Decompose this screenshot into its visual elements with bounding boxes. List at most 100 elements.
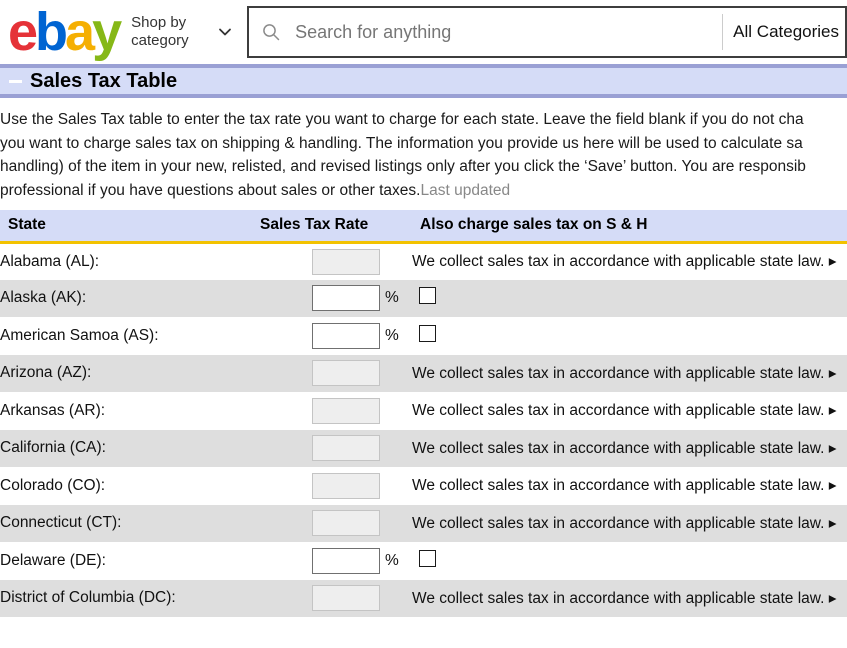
tax-rate-input: [312, 435, 380, 462]
table-row: Connecticut (CT): We collect sales tax in…: [0, 504, 847, 543]
state-name-cell: Alabama (AL):: [0, 252, 100, 270]
tax-rate-input[interactable]: [312, 285, 380, 312]
tax-rate-cell: [260, 505, 412, 543]
page-title: Sales Tax Table: [30, 69, 178, 92]
search-bar[interactable]: All Categories: [247, 6, 847, 58]
table-row: District of Columbia (DC): We collect sal…: [0, 579, 847, 618]
tax-rate-cell: [260, 430, 412, 468]
table-row: Arkansas (AR): We collect sales tax in ac…: [0, 392, 847, 430]
tax-rate-cell: %: [260, 280, 412, 318]
shop-by-category-label: Shop by category: [131, 14, 189, 49]
chevron-down-icon: [217, 24, 233, 40]
tax-rate-cell: [260, 467, 412, 505]
charge-tax-on-sh-checkbox[interactable]: [419, 287, 436, 305]
column-header-rate: Sales Tax Rate: [260, 210, 412, 244]
tax-rate-input[interactable]: [312, 322, 380, 349]
ebay-logo[interactable]: ebay: [8, 2, 122, 62]
shipping-handling-cell: We collect sales tax in accordance with …: [412, 505, 847, 543]
state-name-cell: Arizona (AZ):: [0, 364, 92, 382]
table-row: Alaska (AK):%: [0, 279, 847, 318]
charge-tax-on-sh-checkbox[interactable]: [419, 324, 436, 342]
state-collection-note: We collect sales tax in accordance with …: [412, 253, 825, 270]
shipping-handling-cell: We collect sales tax in accordance with …: [412, 392, 847, 430]
column-header-state: State: [0, 210, 260, 244]
state-collection-note: We collect sales tax in accordance with …: [412, 402, 825, 420]
table-body: Alabama (AL): We collect sales tax in acc…: [0, 242, 847, 617]
intro-line-1: Use the Sales Tax table to enter the tax…: [0, 111, 804, 128]
logo-letter-a: a: [65, 2, 95, 62]
state-collection-note: We collect sales tax in accordance with …: [412, 514, 825, 532]
tax-rate-input: [312, 248, 380, 275]
tax-rate-input: [312, 472, 380, 499]
tax-rate-cell: [260, 242, 412, 280]
state-collection-note: We collect sales tax in accordance with …: [412, 439, 825, 457]
table-row: Delaware (DE):%: [0, 542, 847, 580]
percent-symbol: %: [385, 326, 399, 344]
tax-rate-input: [312, 510, 380, 537]
search-icon: [249, 22, 293, 42]
table-row: California (CA): We collect sales tax in …: [0, 429, 847, 468]
ebay-global-header: ebay Shop by category All Categories: [0, 0, 847, 64]
shipping-handling-cell: We collect sales tax in accordance with …: [412, 430, 847, 468]
shipping-handling-cell: We collect sales tax in accordance with …: [412, 355, 847, 393]
state-name-cell: Colorado (CO):: [0, 476, 106, 494]
tax-rate-input: [312, 397, 380, 424]
last-updated-label: Last updated: [420, 181, 511, 199]
table-row: Colorado (CO): We collect sales tax in ac…: [0, 467, 847, 505]
column-header-sh: Also charge sales tax on S & H: [412, 210, 847, 244]
learn-more-link[interactable]: ▸: [824, 440, 837, 457]
tax-rate-cell: %: [260, 542, 412, 580]
shipping-handling-cell: We collect sales tax in accordance with …: [412, 242, 847, 280]
sales-tax-section-header: Sales Tax Table: [0, 64, 847, 98]
state-name-cell: American Samoa (AS):: [0, 326, 159, 344]
shipping-handling-cell: [412, 542, 847, 580]
percent-symbol: %: [385, 289, 399, 307]
tax-rate-input: [312, 360, 380, 387]
tax-rate-cell: [260, 392, 412, 430]
intro-line-4-text: professional if you have questions about…: [0, 181, 421, 199]
state-collection-note: We collect sales tax in accordance with …: [412, 364, 825, 382]
table-row: Alabama (AL): We collect sales tax in acc…: [0, 242, 847, 280]
tax-rate-cell: [260, 355, 412, 393]
intro-line-3: handling) of the item in your new, relis…: [0, 158, 806, 175]
shop-by-category-button[interactable]: Shop by category: [131, 14, 233, 50]
state-name-cell: District of Columbia (DC):: [0, 589, 176, 607]
learn-more-link[interactable]: ▸: [824, 402, 837, 419]
intro-line-2: you want to charge sales tax on shipping…: [0, 134, 803, 152]
shipping-handling-cell: We collect sales tax in accordance with …: [412, 467, 847, 505]
tax-rate-input[interactable]: [312, 547, 380, 574]
state-name-cell: Delaware (DE):: [0, 551, 106, 569]
tax-rate-cell: %: [260, 317, 412, 355]
state-collection-note: We collect sales tax in accordance with …: [412, 477, 825, 495]
shipping-handling-cell: We collect sales tax in accordance with …: [412, 580, 847, 618]
collapse-minus-icon[interactable]: [6, 72, 24, 90]
logo-letter-b: b: [35, 2, 68, 62]
shipping-handling-cell: [412, 317, 847, 355]
table-row: American Samoa (AS):%: [0, 317, 847, 355]
shipping-handling-cell: [412, 280, 847, 318]
state-collection-note: We collect sales tax in accordance with …: [412, 589, 825, 607]
intro-line-4: professional if you have questions about…: [0, 179, 847, 203]
table-header-row: State Sales Tax Rate Also charge sales t…: [0, 210, 847, 244]
learn-more-link[interactable]: ▸: [824, 253, 837, 270]
state-name-cell: Connecticut (CT):: [0, 514, 122, 532]
state-name-cell: California (CA):: [0, 439, 106, 457]
logo-letter-y: y: [92, 2, 122, 62]
tax-rate-input: [312, 585, 380, 612]
learn-more-link[interactable]: ▸: [824, 590, 837, 607]
sales-tax-table: State Sales Tax Rate Also charge sales t…: [0, 210, 847, 617]
charge-tax-on-sh-checkbox[interactable]: [419, 549, 436, 567]
table-row: Arizona (AZ): We collect sales tax in acc…: [0, 354, 847, 393]
tax-rate-cell: [260, 580, 412, 618]
learn-more-link[interactable]: ▸: [824, 365, 837, 382]
state-name-cell: Alaska (AK):: [0, 289, 87, 307]
learn-more-link[interactable]: ▸: [824, 477, 837, 494]
search-input[interactable]: [293, 20, 723, 44]
sales-tax-table-container: State Sales Tax Rate Also charge sales t…: [0, 210, 847, 617]
learn-more-link[interactable]: ▸: [824, 515, 837, 532]
category-selector[interactable]: All Categories: [723, 22, 845, 42]
logo-letter-e: e: [8, 2, 38, 62]
intro-paragraph: Use the Sales Tax table to enter the tax…: [0, 98, 847, 210]
state-name-cell: Arkansas (AR):: [0, 401, 106, 419]
percent-symbol: %: [385, 551, 399, 569]
